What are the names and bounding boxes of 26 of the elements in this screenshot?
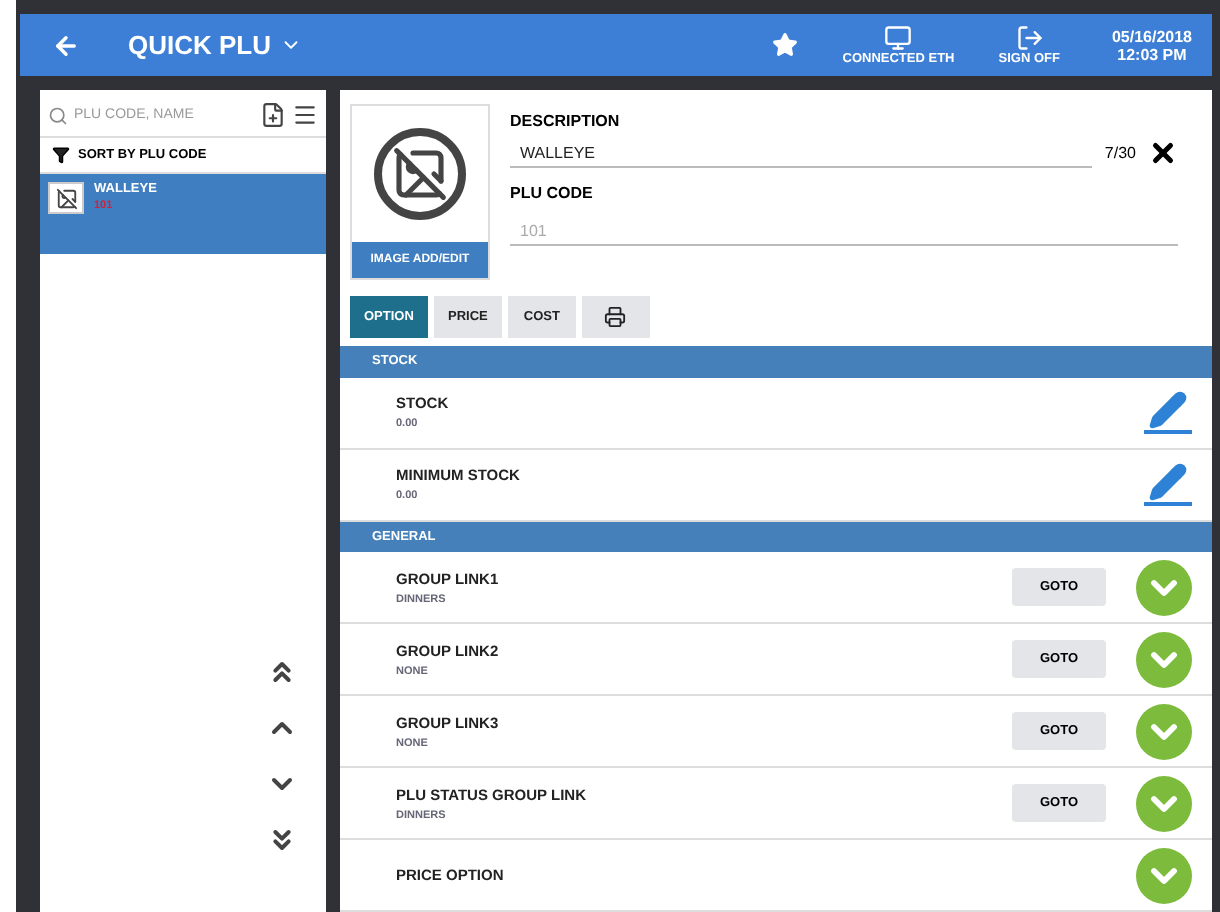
door-exit-icon xyxy=(1015,24,1044,52)
description-label: DESCRIPTION xyxy=(510,112,622,130)
no-image-icon xyxy=(374,128,466,220)
time-text: 12:03 PM xyxy=(1117,45,1187,63)
close-icon[interactable] xyxy=(1148,138,1178,168)
add-file-icon[interactable] xyxy=(260,102,286,128)
pencil-icon[interactable] xyxy=(1144,390,1192,434)
character-counter: 7/30 xyxy=(1104,144,1136,162)
pencil-icon[interactable] xyxy=(1144,462,1192,506)
screen-title[interactable]: QUICK PLU xyxy=(128,30,271,60)
printer-icon xyxy=(604,306,627,328)
chevron-down-circle-icon[interactable] xyxy=(1136,631,1192,687)
date-text: 05/16/2018 xyxy=(1111,27,1192,45)
plu-code-field[interactable]: 101 xyxy=(510,218,1178,246)
chevron-down-circle-icon[interactable] xyxy=(1136,559,1192,615)
funnel-icon[interactable] xyxy=(52,146,70,164)
image-off-icon xyxy=(48,182,84,214)
chevron-down-circle-icon[interactable] xyxy=(1136,775,1192,831)
plu-code-label: PLU CODE xyxy=(510,184,595,202)
star-icon[interactable] xyxy=(772,32,799,58)
chevron-down-circle-icon[interactable] xyxy=(1136,847,1192,903)
menu-icon[interactable] xyxy=(292,102,318,128)
search-icon xyxy=(48,105,68,125)
monitor-icon xyxy=(884,24,913,52)
printer-tab[interactable] xyxy=(581,296,650,338)
chevron-down-circle-icon[interactable] xyxy=(1136,703,1192,759)
